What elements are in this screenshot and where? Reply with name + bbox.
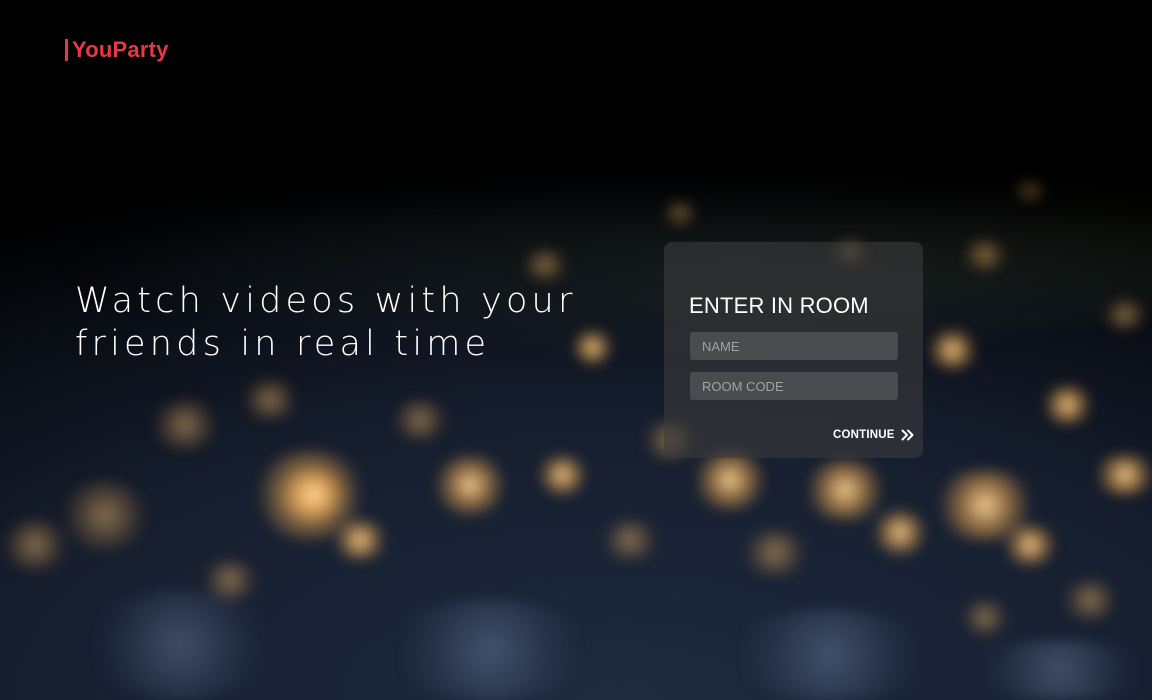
room-code-input[interactable] [690,372,898,400]
enter-room-card: ENTER IN ROOM CONTINUE [664,242,923,458]
continue-button[interactable]: CONTINUE [833,429,914,441]
hero-headline-line-2: friends in real time [75,324,491,364]
double-chevron-right-icon [901,429,914,441]
logo[interactable]: YouParty [65,37,169,63]
logo-text: YouParty [72,37,169,62]
name-input[interactable] [690,332,898,360]
enter-room-title: ENTER IN ROOM [689,293,869,318]
hero-headline: Watch videos with your friends in real t… [75,280,595,366]
continue-label: CONTINUE [833,429,895,441]
logo-accent-bar [65,39,68,61]
landing-page: YouParty Watch videos with your friends … [0,0,1152,700]
hero-headline-line-1: Watch videos with your [75,281,577,321]
